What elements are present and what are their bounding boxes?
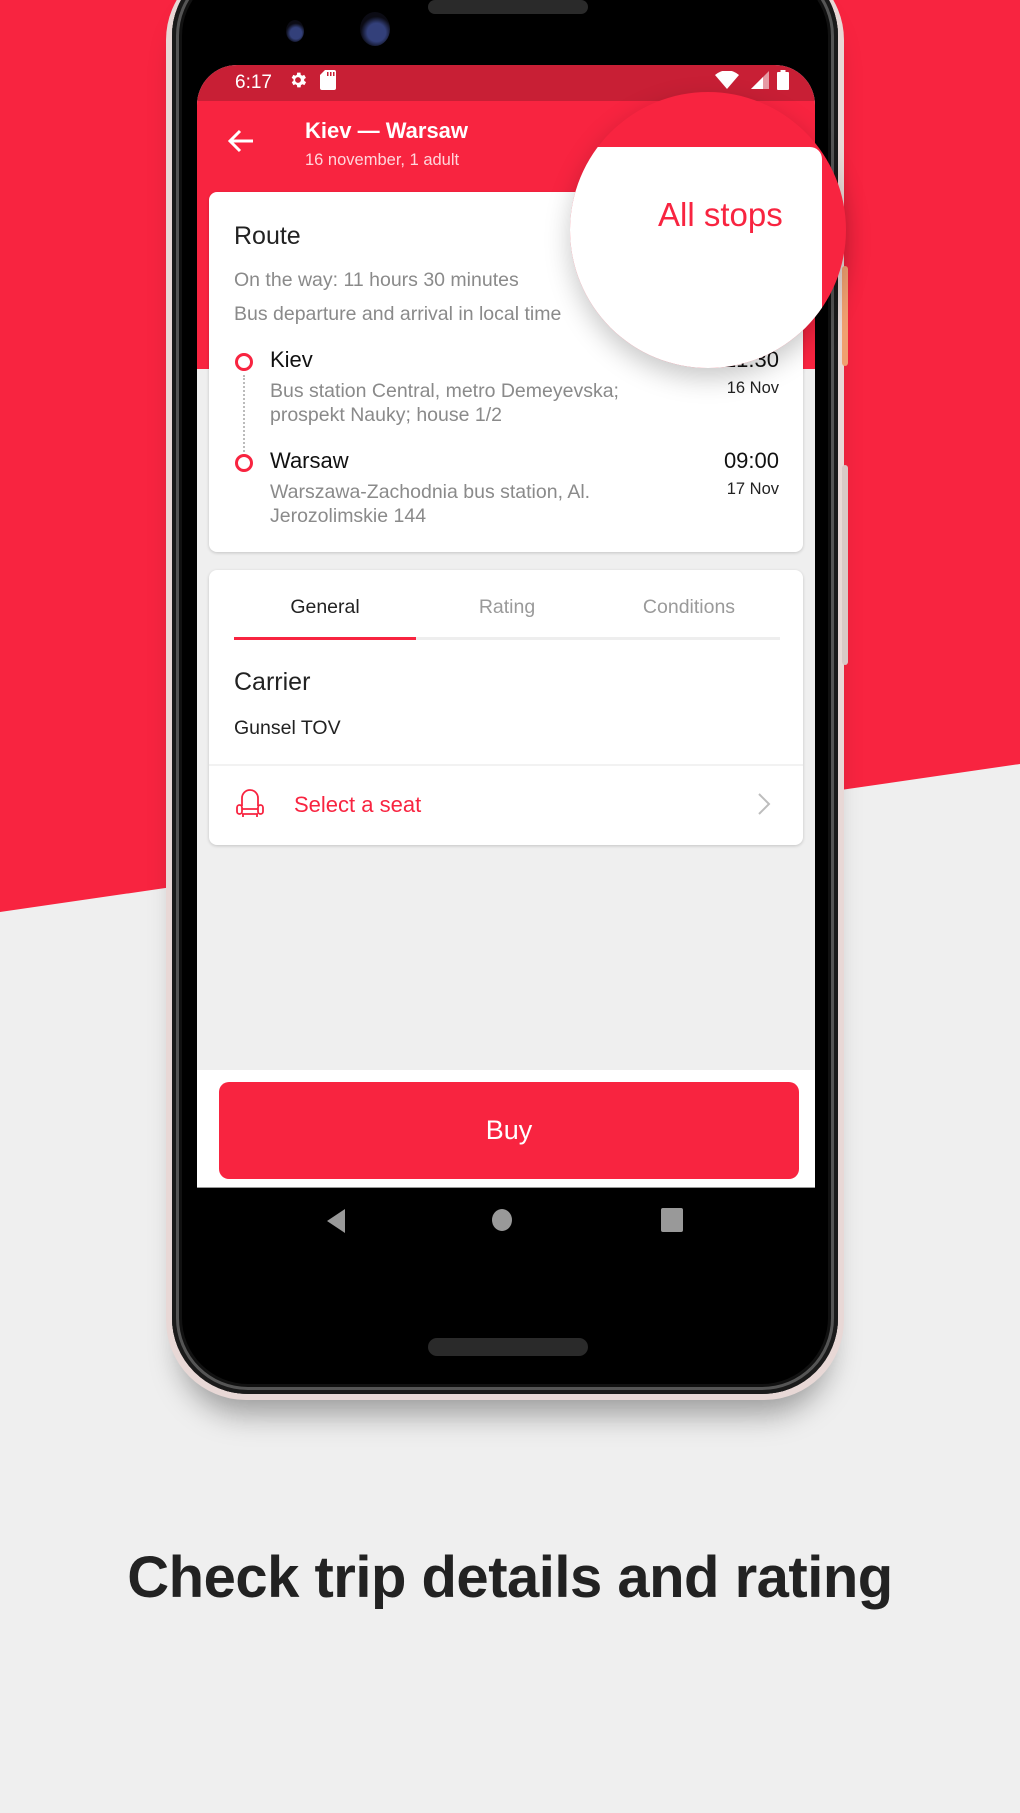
home-circle-icon[interactable] (491, 1208, 513, 1237)
phone-front-camera (360, 12, 390, 46)
page-subtitle: 16 november, 1 adult (305, 151, 460, 169)
tab-rating[interactable]: Rating (416, 570, 598, 637)
tab-conditions[interactable]: Conditions (598, 570, 780, 637)
select-seat-button[interactable]: Select a seat (209, 766, 803, 845)
phone-sensor (286, 20, 304, 42)
cell-signal-icon (751, 71, 769, 95)
android-nav-bar (197, 1188, 815, 1268)
stop-date: 17 Nov (726, 480, 779, 498)
carrier-heading: Carrier (234, 668, 311, 696)
chevron-right-icon (757, 792, 771, 821)
route-connector-line (243, 375, 245, 463)
page-title: Kiev — Warsaw (305, 118, 469, 143)
stop-city: Warsaw (270, 448, 349, 473)
arrow-left-icon (227, 129, 255, 158)
trip-details-card: General Rating Conditions Carrier Gunsel… (209, 570, 803, 845)
stop-city: Kiev (270, 347, 313, 372)
select-seat-label: Select a seat (294, 792, 422, 817)
buy-bar: Buy (197, 1070, 815, 1188)
status-time: 6:17 (235, 72, 272, 93)
magnified-card-section (570, 147, 822, 368)
stop-address: Bus station Central, metro Demeyevska; p… (270, 380, 619, 426)
stop-marker-icon (235, 353, 253, 371)
battery-icon (777, 70, 789, 96)
stop-time: 09:00 (723, 448, 779, 473)
stop-date: 16 Nov (726, 379, 779, 397)
all-stops-magnifier: All stops (570, 92, 846, 368)
tab-general[interactable]: General (234, 570, 416, 640)
phone-volume-button (842, 465, 848, 665)
back-button[interactable] (219, 121, 263, 165)
gear-icon (288, 70, 308, 96)
phone-power-button (842, 266, 848, 366)
details-tabs: General Rating Conditions (234, 570, 780, 640)
phone-top-speaker (428, 0, 588, 14)
wifi-icon (715, 70, 739, 95)
all-stops-link[interactable]: All stops (658, 196, 783, 234)
route-local-time-note: Bus departure and arrival in local time (234, 303, 562, 325)
phone-bottom-speaker (428, 1338, 588, 1356)
route-duration: On the way: 11 hours 30 minutes (234, 269, 519, 291)
sd-card-icon (319, 70, 336, 96)
carrier-name: Gunsel TOV (234, 717, 341, 739)
stop-address: Warszawa-Zachodnia bus station, Al. Jero… (270, 481, 591, 527)
recents-square-icon[interactable] (661, 1208, 683, 1237)
route-title: Route (234, 222, 301, 250)
promo-caption: Check trip details and rating (127, 1545, 893, 1610)
back-triangle-icon[interactable] (325, 1208, 347, 1239)
buy-button[interactable]: Buy (219, 1082, 799, 1179)
stop-marker-icon (235, 454, 253, 472)
seat-icon (234, 788, 266, 825)
